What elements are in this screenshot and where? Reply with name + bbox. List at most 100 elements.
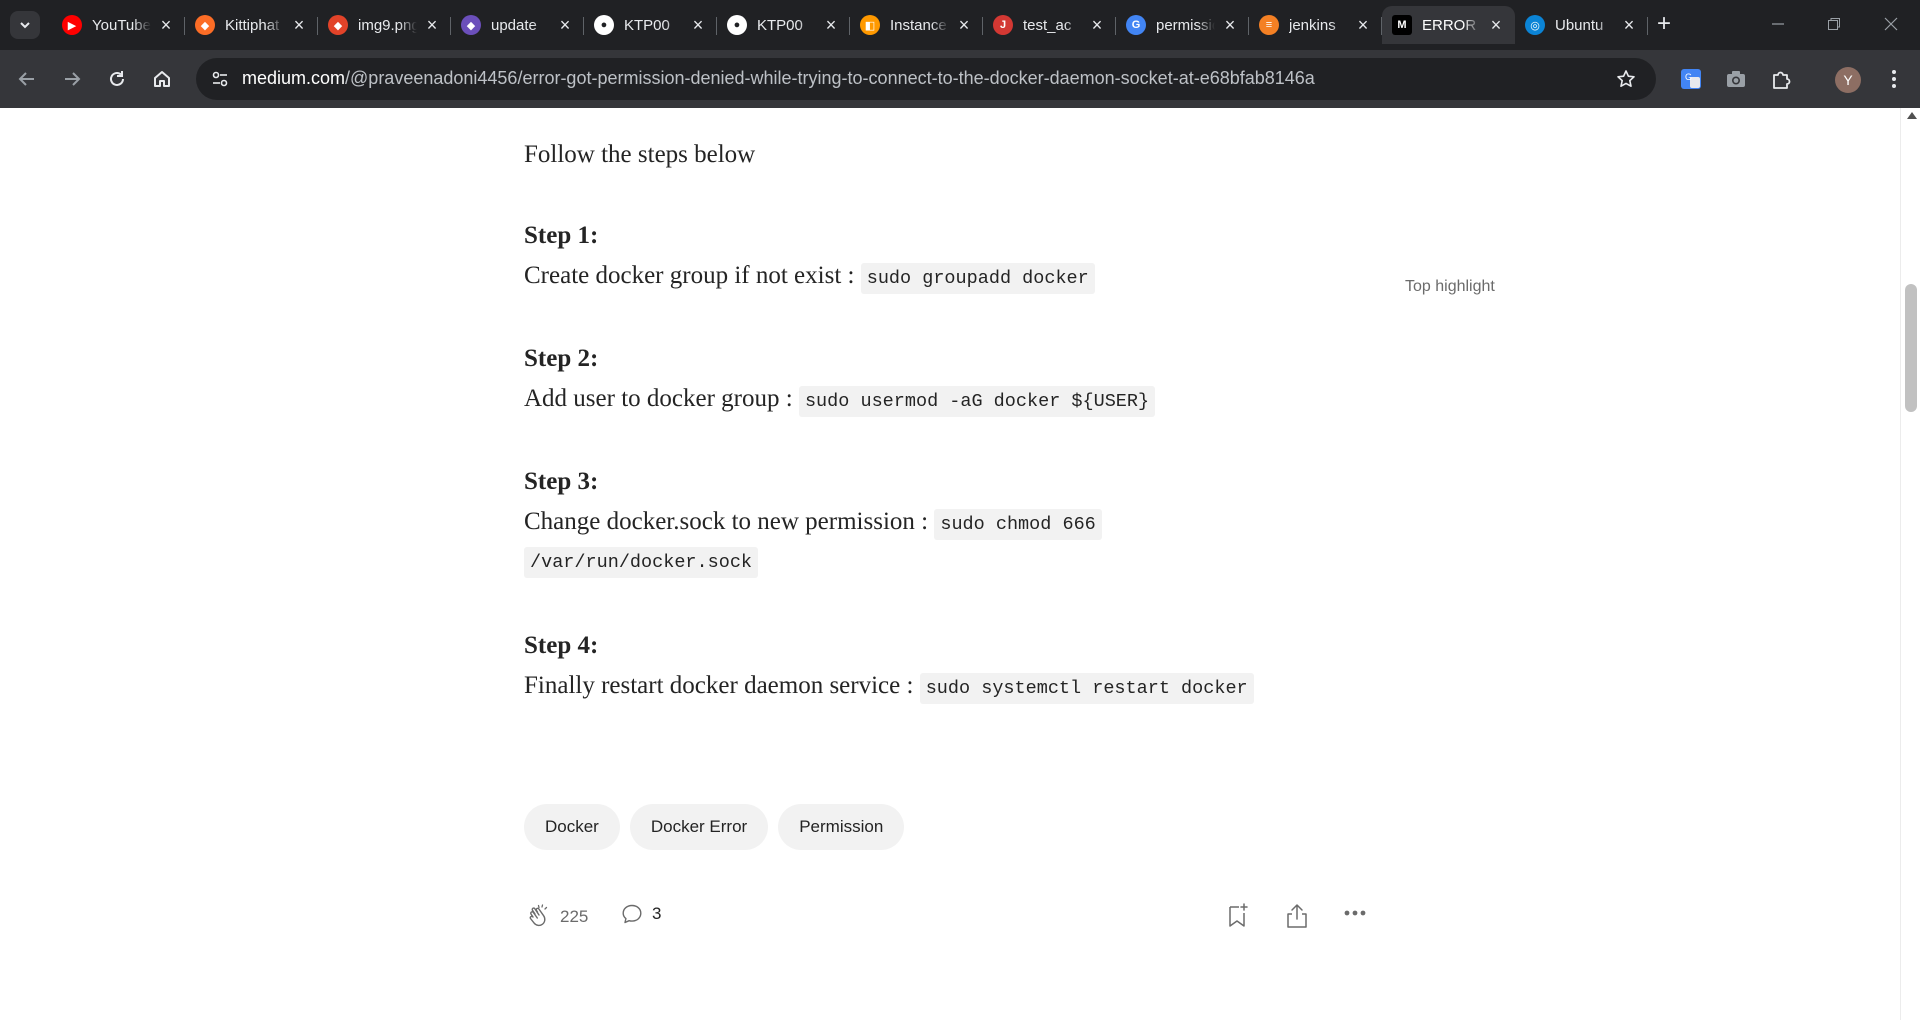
minimize-icon bbox=[1772, 23, 1784, 25]
reload-button[interactable] bbox=[100, 62, 134, 96]
tab-title: YouTube bbox=[92, 16, 151, 34]
gitlab-icon: ◆ bbox=[195, 15, 215, 35]
tab-close-icon[interactable]: × bbox=[1487, 15, 1505, 35]
more-options-button[interactable] bbox=[1344, 910, 1366, 916]
tab-title: Kittiphat bbox=[225, 16, 280, 34]
ubuntu-icon: ◎ bbox=[1525, 15, 1545, 35]
gitlab-project-icon: ◆ bbox=[461, 15, 481, 35]
profile-avatar[interactable]: Y bbox=[1835, 67, 1861, 93]
bookmark-add-icon bbox=[1229, 903, 1248, 927]
tab-close-icon[interactable]: × bbox=[1221, 15, 1239, 35]
responses-button[interactable]: 3 bbox=[620, 902, 661, 926]
github-icon: ● bbox=[594, 15, 614, 35]
camera-icon bbox=[1727, 71, 1745, 87]
close-window-button[interactable] bbox=[1871, 8, 1911, 40]
jenkins-icon: J bbox=[993, 15, 1013, 35]
minimize-button[interactable] bbox=[1758, 8, 1798, 40]
tab-close-icon[interactable]: × bbox=[290, 15, 308, 35]
step-4-text: Finally restart docker daemon service : … bbox=[524, 672, 1254, 704]
scroll-up-arrow-icon[interactable] bbox=[1907, 112, 1917, 119]
tab-title: update bbox=[491, 16, 537, 34]
restore-button[interactable] bbox=[1814, 8, 1854, 40]
tab-search-button[interactable] bbox=[10, 11, 40, 39]
save-button[interactable] bbox=[1224, 902, 1250, 930]
browser-menu-button[interactable] bbox=[1879, 64, 1909, 94]
step-2-text: Add user to docker group : sudo usermod … bbox=[524, 385, 1156, 417]
share-button[interactable] bbox=[1284, 902, 1310, 930]
screenshot-extension[interactable] bbox=[1721, 64, 1751, 94]
tab-8[interactable]: Gpermission × bbox=[1116, 6, 1249, 44]
stackoverflow-icon: ≡ bbox=[1259, 15, 1279, 35]
step-4-title: Step 4: bbox=[524, 632, 599, 659]
extensions-button[interactable] bbox=[1766, 64, 1796, 94]
step-3-code-continued: /var/run/docker.sock bbox=[524, 547, 759, 578]
tab-close-icon[interactable]: × bbox=[423, 15, 441, 35]
address-bar[interactable]: medium.com/@praveenadoni4456/error-got-p… bbox=[196, 58, 1656, 100]
article-actions-bar: 225 3 bbox=[524, 898, 1374, 938]
step-3-title: Step 3: bbox=[524, 468, 599, 495]
tab-3[interactable]: ◆ update × bbox=[451, 6, 584, 44]
tag-list: Docker Docker Error Permission bbox=[524, 804, 905, 850]
clap-icon bbox=[529, 904, 548, 927]
home-button[interactable] bbox=[145, 62, 179, 96]
lead-paragraph: Follow the steps below bbox=[524, 141, 756, 168]
tab-title: Ubuntu bbox=[1555, 16, 1604, 34]
tab-close-icon[interactable]: × bbox=[556, 15, 574, 35]
google-translate-icon: G bbox=[1681, 69, 1701, 89]
tab-0[interactable]: ▶ YouTube × bbox=[52, 6, 185, 44]
back-button[interactable] bbox=[10, 62, 44, 96]
close-icon bbox=[1884, 17, 1898, 31]
step-4-label: Finally restart docker daemon service : bbox=[524, 672, 920, 699]
tab-2[interactable]: ◆ img9.png × bbox=[318, 6, 451, 44]
tab-11[interactable]: ◎ Ubuntu × bbox=[1515, 6, 1648, 44]
tab-title: permission bbox=[1156, 16, 1215, 34]
tab-close-icon[interactable]: × bbox=[822, 15, 840, 35]
tab-9[interactable]: ≡ jenkins × bbox=[1249, 6, 1382, 44]
tab-1[interactable]: ◆ Kittiphat × bbox=[185, 6, 318, 44]
step-3-code-cont: /var/run/docker.sock bbox=[524, 547, 759, 578]
tab-close-icon[interactable]: × bbox=[157, 15, 175, 35]
tab-title: Instance bbox=[890, 16, 947, 34]
page-scrollbar[interactable] bbox=[1900, 108, 1920, 1020]
github-icon: ● bbox=[727, 15, 747, 35]
tab-4[interactable]: ● KTP00 × bbox=[584, 6, 717, 44]
url-host: medium.com bbox=[242, 68, 346, 88]
url-path: /@praveenadoni4456/error-got-permission-… bbox=[345, 68, 1315, 88]
tag-permission[interactable]: Permission bbox=[778, 804, 905, 850]
step-2-title: Step 2: bbox=[524, 345, 599, 372]
forward-button[interactable] bbox=[55, 62, 89, 96]
tab-title: img9.png bbox=[358, 16, 417, 34]
medium-icon: M bbox=[1392, 15, 1412, 35]
arrow-right-icon bbox=[65, 72, 81, 86]
step-1-text: Create docker group if not exist : sudo … bbox=[524, 262, 1095, 294]
tab-close-icon[interactable]: × bbox=[689, 15, 707, 35]
tab-separator bbox=[1647, 17, 1648, 35]
site-info-button[interactable] bbox=[206, 65, 234, 93]
tab-close-icon[interactable]: × bbox=[955, 15, 973, 35]
step-1-title: Step 1: bbox=[524, 222, 599, 249]
tab-strip: ▶ YouTube × ◆ Kittiphat × ◆ img9.png × ◆ update × ● K… bbox=[0, 0, 1920, 50]
tag-docker[interactable]: Docker bbox=[524, 804, 620, 850]
chevron-down-icon bbox=[20, 22, 30, 29]
tab-close-icon[interactable]: × bbox=[1620, 15, 1638, 35]
tab-close-icon[interactable]: × bbox=[1354, 15, 1372, 35]
translate-extension[interactable]: G bbox=[1676, 64, 1706, 94]
tab-close-icon[interactable]: × bbox=[1088, 15, 1106, 35]
tab-10[interactable]: M ERROR × bbox=[1382, 6, 1515, 44]
tune-icon bbox=[212, 71, 228, 87]
scroll-thumb[interactable] bbox=[1905, 284, 1917, 412]
tab-7[interactable]: Jtest_ac × bbox=[983, 6, 1116, 44]
tab-6[interactable]: ◧ Instance × bbox=[850, 6, 983, 44]
share-icon bbox=[1287, 904, 1307, 928]
url-text[interactable]: medium.com/@praveenadoni4456/error-got-p… bbox=[242, 68, 1315, 89]
new-tab-button[interactable]: + bbox=[1650, 10, 1678, 38]
tab-title: KTP00 bbox=[757, 16, 803, 34]
tab-5[interactable]: ● KTP00 × bbox=[717, 6, 850, 44]
response-count: 3 bbox=[652, 904, 662, 923]
bookmark-star-button[interactable] bbox=[1614, 67, 1638, 91]
aws-icon: ◧ bbox=[860, 15, 880, 35]
step-3-code: sudo chmod 666 bbox=[934, 509, 1102, 540]
clap-button[interactable]: 225 bbox=[526, 904, 588, 930]
tag-docker-error[interactable]: Docker Error bbox=[629, 804, 769, 850]
top-highlight-label[interactable]: Top highlight bbox=[1405, 278, 1495, 296]
